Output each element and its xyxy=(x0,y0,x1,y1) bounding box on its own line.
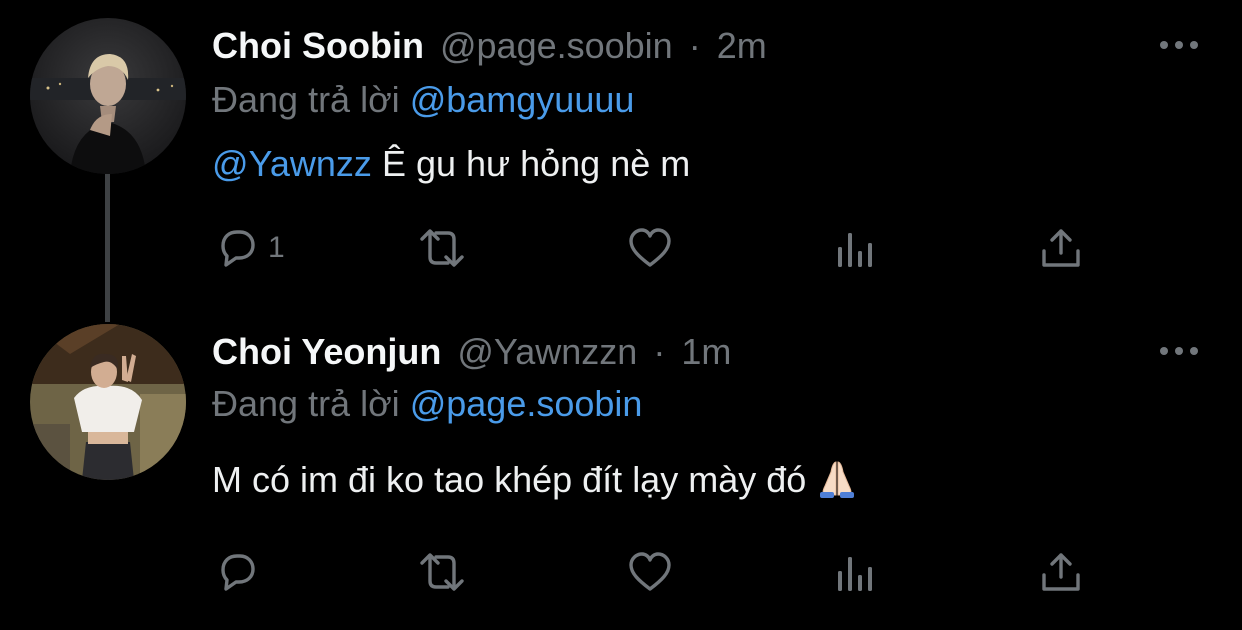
reply-count: 1 xyxy=(268,231,285,264)
display-name[interactable]: Choi Soobin xyxy=(212,25,424,66)
avatar[interactable] xyxy=(30,324,186,480)
reply-bubble-icon xyxy=(221,554,255,591)
replying-to-mention[interactable]: @page.soobin xyxy=(410,383,643,424)
action-bar: 1 xyxy=(212,223,1092,273)
action-bar xyxy=(212,547,1092,597)
timestamp[interactable]: 1m xyxy=(681,331,731,372)
replying-to-line: Đang trả lời @page.soobin xyxy=(212,382,642,426)
timestamp[interactable]: 2m xyxy=(717,25,767,66)
tweet-header: Choi Soobin @page.soobin · 2m xyxy=(212,24,767,68)
like-button[interactable] xyxy=(626,223,674,273)
share-upload-icon xyxy=(1042,553,1080,591)
avatar[interactable] xyxy=(30,18,186,174)
retweet-icon xyxy=(420,553,464,591)
share-upload-icon xyxy=(1042,229,1080,267)
share-button[interactable] xyxy=(1038,223,1084,273)
retweet-button[interactable] xyxy=(414,223,470,273)
retweet-icon xyxy=(420,229,464,267)
heart-icon xyxy=(629,228,671,267)
heart-icon xyxy=(629,552,671,591)
separator-dot: · xyxy=(653,331,666,372)
body-text: M có im đi ko tao khép đít lạy mày đó xyxy=(212,459,817,500)
replying-prefix: Đang trả lời xyxy=(212,383,400,424)
tweet-header: Choi Yeonjun @Yawnzzn · 1m xyxy=(212,330,731,374)
share-button[interactable] xyxy=(1038,547,1084,597)
more-dots-icon xyxy=(1160,41,1198,49)
views-bar-chart-icon xyxy=(838,557,872,591)
body-mention[interactable]: @Yawnzz xyxy=(212,143,372,184)
handle[interactable]: @Yawnzzn xyxy=(457,331,637,372)
replying-prefix: Đang trả lời xyxy=(212,79,400,120)
tweet-soobin[interactable]: Choi Soobin @page.soobin · 2m Đang trả l… xyxy=(0,0,1242,322)
more-options-button[interactable] xyxy=(1158,37,1200,53)
like-button[interactable] xyxy=(626,547,674,597)
handle[interactable]: @page.soobin xyxy=(440,25,673,66)
views-bar-chart-icon xyxy=(838,233,872,267)
retweet-button[interactable] xyxy=(414,547,470,597)
tweet-text: M có im đi ko tao khép đít lạy mày đó xyxy=(212,458,858,508)
views-button[interactable] xyxy=(834,547,878,597)
more-options-button[interactable] xyxy=(1158,343,1200,359)
display-name[interactable]: Choi Yeonjun xyxy=(212,331,441,372)
reply-bubble-icon xyxy=(221,230,255,267)
tweet-text: @Yawnzz Ê gu hư hỏng nè m xyxy=(212,142,690,186)
reply-button[interactable]: 1 xyxy=(214,223,285,273)
tweet-yeonjun[interactable]: Choi Yeonjun @Yawnzzn · 1m Đang trả lời … xyxy=(0,300,1242,630)
reply-button[interactable] xyxy=(214,547,260,597)
replying-to-mention[interactable]: @bamgyuuuu xyxy=(410,79,635,120)
more-dots-icon xyxy=(1160,347,1198,355)
views-button[interactable] xyxy=(834,223,878,273)
separator-dot: · xyxy=(688,25,701,66)
body-text: Ê gu hư hỏng nè m xyxy=(371,143,691,184)
folded-hands-emoji xyxy=(816,458,858,508)
replying-to-line: Đang trả lời @bamgyuuuu xyxy=(212,78,634,122)
